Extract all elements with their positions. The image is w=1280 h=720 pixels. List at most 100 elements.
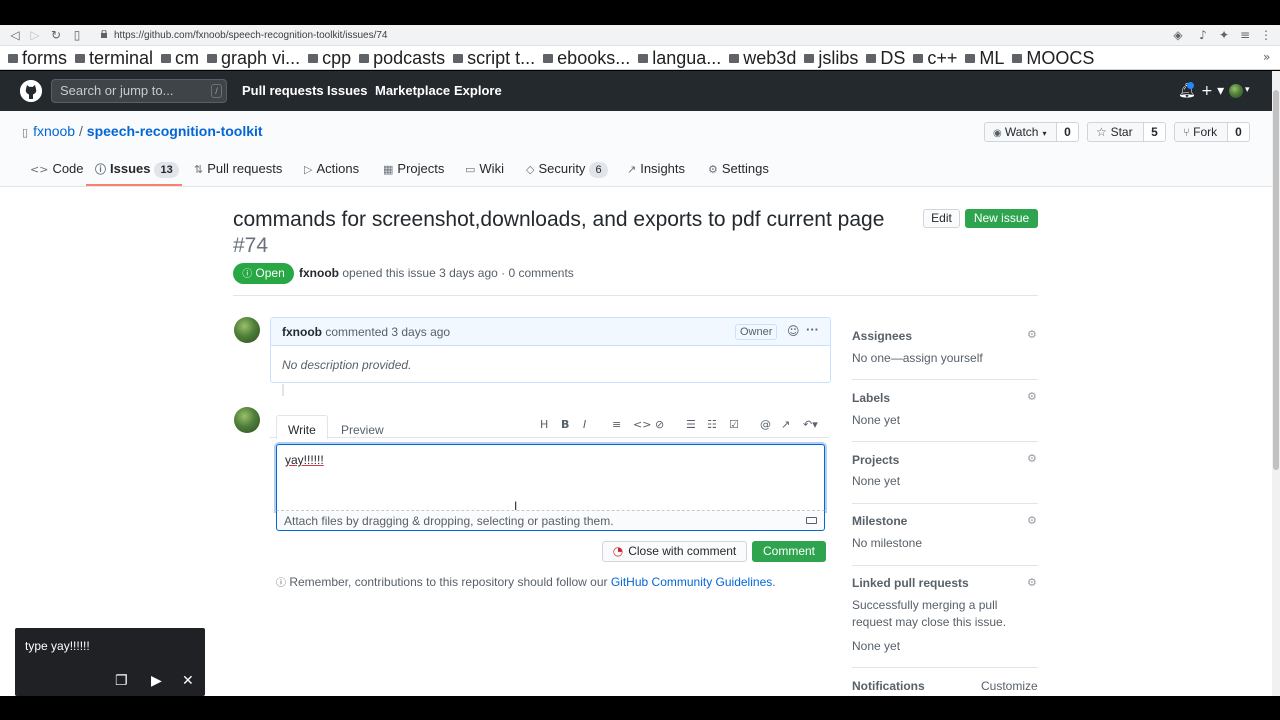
brave-shield-icon[interactable]: ◈: [1171, 28, 1185, 42]
scrollbar-thumb[interactable]: [1273, 90, 1279, 470]
url-field[interactable]: https://github.com/fxnoob/speech-recogni…: [100, 28, 388, 43]
watch-button[interactable]: ◉ Watch ▾: [984, 122, 1057, 142]
bookmark-item[interactable]: c++: [913, 46, 957, 69]
quote-icon[interactable]: ≡: [612, 418, 621, 431]
repo-name-link[interactable]: speech-recognition-toolkit: [87, 123, 263, 139]
bookmark-item[interactable]: DS: [866, 46, 905, 69]
current-user-avatar[interactable]: [234, 407, 260, 433]
bookmark-item[interactable]: cpp: [308, 46, 351, 69]
media-queue-icon[interactable]: ≡: [1238, 28, 1252, 42]
gear-icon[interactable]: ⚙: [1027, 514, 1037, 527]
bookmark-item[interactable]: MOOCS: [1012, 46, 1094, 69]
user-avatar[interactable]: [1229, 84, 1243, 98]
fork-count[interactable]: 0: [1228, 122, 1250, 142]
customize-link[interactable]: Customize: [981, 679, 1038, 693]
italic-icon[interactable]: I: [583, 418, 586, 431]
play-icon[interactable]: ▶: [151, 673, 162, 689]
code-icon[interactable]: <>: [633, 418, 651, 431]
close-icon[interactable]: ✕: [182, 673, 194, 689]
task-list-icon[interactable]: ☑: [729, 418, 739, 431]
bookmark-item[interactable]: jslibs: [804, 46, 858, 69]
bookmark-item[interactable]: ebooks...: [543, 46, 630, 69]
numbered-list-icon[interactable]: ☷: [707, 418, 717, 431]
search-placeholder: Search or jump to...: [60, 83, 174, 98]
kebab-menu-icon[interactable]: ···: [806, 322, 819, 337]
tab-code[interactable]: <> Code: [30, 161, 84, 176]
smiley-reaction-icon[interactable]: ☺: [787, 324, 800, 338]
gear-icon[interactable]: ⚙: [1027, 452, 1037, 465]
assignees-heading[interactable]: Assignees: [852, 329, 912, 343]
tab-preview[interactable]: Preview: [330, 416, 395, 438]
tab-issues[interactable]: ⓘ Issues 13: [95, 161, 179, 178]
reload-icon[interactable]: ↻: [49, 28, 63, 42]
bookmark-item[interactable]: terminal: [75, 46, 153, 69]
nav-marketplace[interactable]: Marketplace: [375, 83, 450, 98]
copy-icon[interactable]: ❐: [115, 673, 128, 689]
star-button[interactable]: ☆ Star: [1087, 122, 1144, 142]
reply-dropdown-icon[interactable]: ↶▾: [803, 418, 818, 431]
labels-heading[interactable]: Labels: [852, 391, 890, 405]
linked-prs-heading[interactable]: Linked pull requests: [852, 576, 969, 590]
projects-heading[interactable]: Projects: [852, 453, 899, 467]
tab-pull-requests[interactable]: ⇅ Pull requests: [194, 161, 282, 176]
new-issue-button[interactable]: New issue: [965, 209, 1038, 228]
issue-author-link[interactable]: fxnoob: [299, 266, 339, 280]
fork-button[interactable]: ⑂ Fork: [1174, 122, 1228, 142]
edit-title-button[interactable]: Edit: [923, 209, 960, 228]
plus-dropdown-icon[interactable]: + ▾: [1201, 83, 1224, 99]
bulleted-list-icon[interactable]: ☰: [686, 418, 696, 431]
mention-icon[interactable]: @: [760, 418, 771, 431]
extensions-puzzle-icon[interactable]: ✦: [1217, 28, 1231, 42]
comment-author-avatar[interactable]: [234, 317, 260, 343]
cross-reference-icon[interactable]: ↗: [781, 418, 790, 431]
close-with-comment-button[interactable]: ◔ Close with comment: [602, 541, 747, 562]
tab-security[interactable]: ◇ Security 6: [526, 161, 608, 178]
bookmark-item[interactable]: ML: [965, 46, 1004, 69]
back-icon[interactable]: ◁: [8, 28, 22, 42]
extension-mic-icon[interactable]: ♪: [1196, 28, 1210, 42]
tab-settings[interactable]: ⚙ Settings: [708, 161, 769, 176]
bookmark-item[interactable]: script t...: [453, 46, 535, 69]
nav-issues[interactable]: Issues: [327, 83, 367, 98]
gear-icon[interactable]: ⚙: [1027, 328, 1037, 341]
guidelines-link[interactable]: GitHub Community Guidelines: [611, 575, 772, 589]
tab-actions[interactable]: ▷ Actions: [304, 161, 359, 176]
heading-icon[interactable]: H: [540, 418, 548, 431]
gear-icon[interactable]: ⚙: [1027, 390, 1037, 403]
nav-explore[interactable]: Explore: [454, 83, 502, 98]
bookmark-item[interactable]: langua...: [638, 46, 721, 69]
star-count[interactable]: 5: [1144, 122, 1166, 142]
bookmark-item[interactable]: forms: [8, 46, 67, 69]
browser-menu-icon[interactable]: ⋮: [1259, 28, 1273, 42]
bookmark-item[interactable]: web3d: [729, 46, 796, 69]
bookmark-item[interactable]: graph vi...: [207, 46, 300, 69]
bold-icon[interactable]: B: [561, 418, 569, 431]
bookmark-item[interactable]: cm: [161, 46, 199, 69]
comment-time[interactable]: commented 3 days ago: [325, 325, 450, 339]
nav-pull-requests[interactable]: Pull requests: [242, 83, 324, 98]
bookmark-icon[interactable]: ▯: [70, 28, 84, 42]
comment-textarea[interactable]: yay!!!!!!: [276, 444, 825, 511]
milestone-heading[interactable]: Milestone: [852, 514, 907, 528]
gear-icon[interactable]: ⚙: [1027, 576, 1037, 589]
tab-write[interactable]: Write: [276, 415, 328, 439]
chevron-down-icon[interactable]: ▾: [1245, 85, 1250, 95]
bookmarks-overflow-icon[interactable]: »: [1263, 50, 1270, 64]
repo-owner-link[interactable]: fxnoob: [33, 123, 75, 139]
github-logo-icon[interactable]: [20, 80, 42, 102]
tab-wiki[interactable]: ▭ Wiki: [465, 161, 504, 176]
forward-icon[interactable]: ▷: [28, 28, 42, 42]
attach-files-bar[interactable]: Attach files by dragging & dropping, sel…: [276, 511, 825, 531]
issue-opened-icon: ⓘ: [242, 269, 256, 280]
comment-button[interactable]: Comment: [752, 541, 826, 562]
link-icon[interactable]: ⊘: [655, 418, 664, 431]
tab-projects[interactable]: ▦ Projects: [383, 161, 444, 176]
search-input[interactable]: Search or jump to... /: [51, 79, 227, 103]
assignees-value[interactable]: No one—assign yourself: [852, 350, 1022, 367]
tab-insights[interactable]: ↗ Insights: [627, 161, 685, 176]
tab-projects-label: Projects: [397, 161, 445, 176]
bookmark-item[interactable]: podcasts: [359, 46, 445, 69]
comment-author-link[interactable]: fxnoob: [282, 325, 322, 339]
markdown-icon[interactable]: [806, 517, 817, 524]
watch-count[interactable]: 0: [1057, 122, 1079, 142]
